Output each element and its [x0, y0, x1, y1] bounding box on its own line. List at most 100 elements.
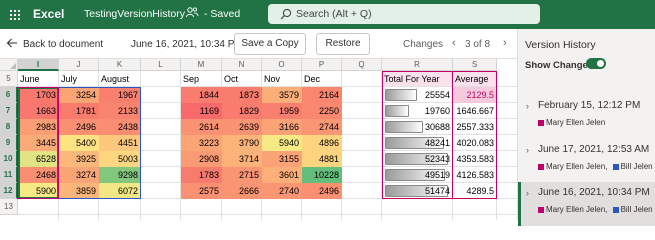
data-cell[interactable]: 3223 — [181, 135, 222, 151]
column-header-r[interactable]: R — [382, 59, 453, 71]
header-cell-total[interactable]: Total For Year — [382, 71, 440, 87]
average-cell[interactable]: 4020.083 — [453, 135, 497, 151]
chevron-right-icon[interactable]: › — [526, 145, 529, 155]
data-cell[interactable]: 3790 — [222, 135, 262, 151]
header-cell-nov[interactable]: Nov — [262, 71, 280, 87]
total-cell[interactable]: 48241 — [382, 135, 453, 151]
data-cell[interactable]: 3579 — [262, 87, 302, 103]
total-cell[interactable]: 25554 — [382, 87, 453, 103]
column-header-l[interactable]: L — [141, 59, 181, 71]
data-cell[interactable]: 3601 — [262, 167, 302, 183]
header-cell-june[interactable]: June — [18, 71, 40, 87]
data-cell[interactable]: 5940 — [262, 135, 302, 151]
chevron-right-icon[interactable]: › — [526, 101, 529, 111]
data-cell[interactable]: 3445 — [18, 135, 59, 151]
chevron-down-icon[interactable]: › — [526, 188, 529, 198]
average-cell[interactable]: 4126.583 — [453, 167, 497, 183]
average-cell[interactable]: 2129.5 — [453, 87, 497, 103]
average-cell[interactable]: 2557.333 — [453, 119, 497, 135]
data-cell[interactable]: 1663 — [18, 103, 59, 119]
data-cell[interactable]: 5400 — [59, 135, 99, 151]
header-cell-average[interactable]: Average — [453, 71, 488, 87]
column-header-m[interactable]: M — [181, 59, 222, 71]
show-changes-toggle[interactable] — [586, 58, 606, 69]
data-cell[interactable]: 2740 — [262, 183, 302, 199]
data-cell[interactable]: 2468 — [18, 167, 59, 183]
row-header-9[interactable]: 9 — [0, 135, 18, 151]
data-cell[interactable]: 2666 — [222, 183, 262, 199]
data-cell[interactable]: 1703 — [18, 87, 59, 103]
data-cell[interactable]: 2496 — [302, 183, 342, 199]
data-cell[interactable]: 4451 — [99, 135, 141, 151]
data-cell[interactable]: 2438 — [99, 119, 141, 135]
data-cell[interactable]: 2250 — [302, 103, 342, 119]
row-header-8[interactable]: 8 — [0, 119, 18, 135]
average-cell[interactable]: 4353.583 — [453, 151, 497, 167]
row-header-11[interactable]: 11 — [0, 167, 18, 183]
row-header-6[interactable]: 6 — [0, 87, 18, 103]
data-cell[interactable]: 3274 — [59, 167, 99, 183]
total-cell[interactable]: 19760 — [382, 103, 453, 119]
data-cell[interactable]: 3714 — [222, 151, 262, 167]
save-a-copy-button[interactable]: Save a Copy — [234, 33, 306, 55]
data-cell[interactable]: 3166 — [262, 119, 302, 135]
back-arrow-icon[interactable] — [6, 37, 18, 49]
row-header-7[interactable]: 7 — [0, 103, 18, 119]
version-item-selected[interactable]: › June 16, 2021, 10:34 PM Mary Ellen Jel… — [518, 182, 655, 226]
column-header-k[interactable]: K — [99, 59, 141, 71]
data-cell[interactable]: 9298 — [99, 167, 141, 183]
data-cell[interactable]: 2715 — [222, 167, 262, 183]
data-cell[interactable]: 2908 — [181, 151, 222, 167]
column-header-j[interactable]: J — [59, 59, 99, 71]
header-cell-july[interactable]: July — [59, 71, 77, 87]
data-cell[interactable]: 4881 — [302, 151, 342, 167]
column-header-p[interactable]: P — [302, 59, 342, 71]
restore-button[interactable]: Restore — [316, 33, 370, 55]
header-cell-sep[interactable]: Sep — [181, 71, 199, 87]
average-cell[interactable]: 4289.5 — [453, 183, 497, 199]
data-cell[interactable]: 2575 — [181, 183, 222, 199]
data-cell[interactable]: 2983 — [18, 119, 59, 135]
row-header-13[interactable]: 13 — [0, 199, 18, 215]
data-cell[interactable]: 1781 — [59, 103, 99, 119]
data-cell[interactable]: 2133 — [99, 103, 141, 119]
column-header-i[interactable]: I — [18, 59, 59, 71]
column-header-q[interactable]: Q — [342, 59, 382, 71]
previous-change-button[interactable]: ‹ — [452, 37, 456, 49]
data-cell[interactable]: 3925 — [59, 151, 99, 167]
data-cell[interactable]: 1844 — [181, 87, 222, 103]
app-name[interactable]: Excel — [33, 7, 64, 21]
total-cell[interactable]: 49519 — [382, 167, 453, 183]
version-item[interactable]: › June 17, 2021, 12:53 AM Mary Ellen Jel… — [518, 139, 655, 183]
data-cell[interactable]: 5900 — [18, 183, 59, 199]
search-box[interactable]: Search (Alt + Q) — [268, 4, 540, 24]
data-cell[interactable]: 1783 — [181, 167, 222, 183]
header-cell-oct[interactable]: Oct — [222, 71, 238, 87]
total-cell[interactable]: 51474 — [382, 183, 453, 199]
data-cell[interactable]: 3155 — [262, 151, 302, 167]
select-all-corner[interactable] — [0, 59, 18, 71]
data-cell[interactable]: 6528 — [18, 151, 59, 167]
row-header-12[interactable]: 12 — [0, 183, 18, 199]
column-header-s[interactable]: S — [453, 59, 497, 71]
next-change-button[interactable]: › — [503, 37, 507, 49]
column-header-o[interactable]: O — [262, 59, 302, 71]
header-cell-august[interactable]: August — [99, 71, 129, 87]
data-cell[interactable]: 1967 — [99, 87, 141, 103]
data-cell[interactable]: 3254 — [59, 87, 99, 103]
data-cell[interactable]: 2639 — [222, 119, 262, 135]
data-cell[interactable]: 2744 — [302, 119, 342, 135]
row-header-5[interactable]: 5 — [0, 71, 18, 87]
data-cell[interactable]: 3859 — [59, 183, 99, 199]
data-cell[interactable]: 2164 — [302, 87, 342, 103]
total-cell[interactable]: 30688 — [382, 119, 453, 135]
column-header-n[interactable]: N — [222, 59, 262, 71]
back-to-document-link[interactable]: Back to document — [23, 39, 103, 50]
total-cell[interactable]: 52343 — [382, 151, 453, 167]
data-cell[interactable]: 5003 — [99, 151, 141, 167]
version-item[interactable]: › February 15, 12:12 PM Mary Ellen Jelen — [518, 95, 655, 139]
data-cell[interactable]: 1873 — [222, 87, 262, 103]
data-cell[interactable]: 10228 — [302, 167, 342, 183]
data-cell[interactable]: 6072 — [99, 183, 141, 199]
data-cell[interactable]: 1959 — [262, 103, 302, 119]
